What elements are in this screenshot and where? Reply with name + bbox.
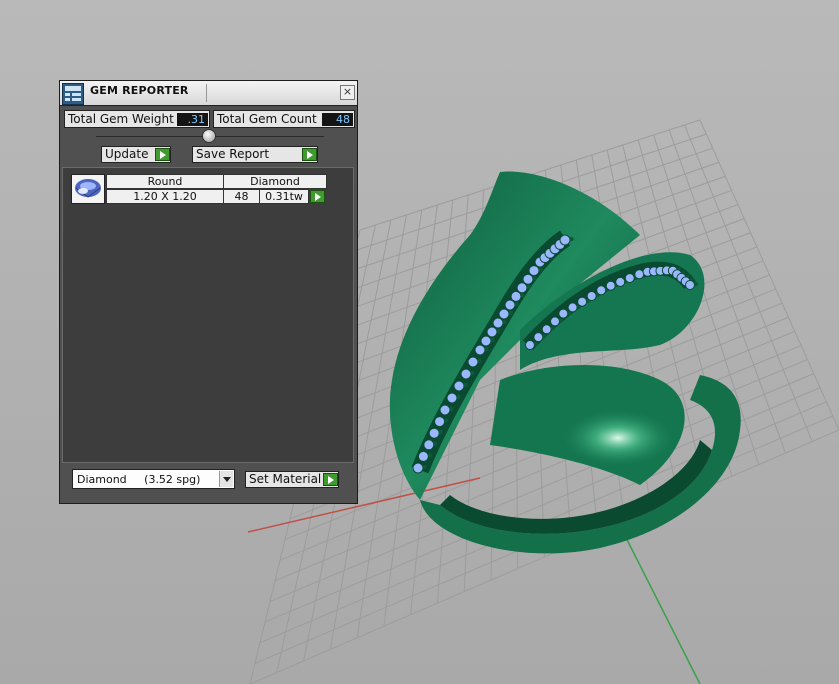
gem-stone bbox=[558, 308, 569, 319]
material-select-value: Diamond (3.52 spg) bbox=[77, 473, 201, 486]
gem-stone bbox=[559, 234, 571, 246]
gem-stone bbox=[412, 462, 424, 474]
prong-bead bbox=[538, 267, 543, 272]
gem-stone bbox=[685, 280, 695, 290]
gem-stone bbox=[486, 326, 498, 338]
gem-stone bbox=[492, 317, 504, 329]
gem-stone bbox=[624, 273, 635, 284]
gem-stone bbox=[439, 404, 451, 416]
prong-bead bbox=[502, 319, 507, 325]
total-gem-weight-label: Total Gem Weight bbox=[68, 112, 174, 126]
gem-stone bbox=[528, 265, 540, 277]
prong-bead bbox=[532, 276, 537, 281]
chevron-down-icon bbox=[219, 471, 233, 487]
gem-stone bbox=[634, 269, 645, 280]
prong-bead bbox=[550, 326, 555, 331]
gem-stone bbox=[516, 282, 528, 294]
prong-bead bbox=[514, 301, 519, 307]
prong-bead bbox=[470, 370, 475, 376]
prong-bead bbox=[496, 328, 501, 334]
gem-stone bbox=[596, 285, 607, 296]
gem-stone bbox=[525, 340, 535, 350]
update-button[interactable]: Update bbox=[101, 146, 171, 163]
gem-stone bbox=[423, 439, 435, 451]
total-gem-count-label: Total Gem Count bbox=[217, 112, 317, 126]
title-bar[interactable]: GEM REPORTER × bbox=[60, 81, 357, 106]
prong-bead bbox=[542, 333, 547, 339]
gem-stone bbox=[434, 416, 446, 428]
total-gem-count: Total Gem Count 48 bbox=[213, 110, 355, 128]
panel-title: GEM REPORTER bbox=[90, 84, 189, 97]
set-material-button[interactable]: Set Material bbox=[245, 471, 339, 488]
gem-stone bbox=[474, 344, 486, 356]
prong-bead bbox=[520, 293, 525, 298]
gem-size: 1.20 X 1.20 bbox=[106, 189, 224, 204]
set-material-button-label: Set Material bbox=[249, 472, 322, 486]
gem-reporter-panel: GEM REPORTER × Total Gem Weight .31 Tota… bbox=[59, 80, 358, 504]
update-button-label: Update bbox=[105, 147, 149, 161]
total-gem-weight: Total Gem Weight .31 bbox=[64, 110, 210, 128]
prong-bead bbox=[477, 358, 482, 364]
play-arrow-icon bbox=[302, 148, 317, 161]
gem-stone bbox=[428, 427, 440, 439]
gem-stone bbox=[615, 276, 626, 287]
prong-bead bbox=[569, 236, 574, 242]
ring-highlight bbox=[563, 410, 673, 466]
gem-stone bbox=[567, 302, 578, 313]
gem-stone bbox=[533, 332, 544, 343]
prong-bead bbox=[533, 341, 539, 347]
gem-stone bbox=[498, 308, 510, 320]
prong-bead bbox=[508, 310, 513, 316]
gem-stone bbox=[417, 450, 429, 462]
save-report-button[interactable]: Save Report bbox=[192, 146, 318, 163]
gem-stone bbox=[586, 291, 597, 301]
gem-stone bbox=[504, 299, 516, 311]
prong-bead bbox=[456, 394, 461, 400]
total-gem-count-value: 48 bbox=[322, 113, 353, 126]
gem-shape: Round bbox=[106, 174, 224, 189]
prong-bead bbox=[427, 453, 433, 458]
gem-stone bbox=[510, 290, 522, 302]
prong-bead bbox=[558, 318, 564, 323]
prong-bead bbox=[526, 284, 531, 289]
total-gem-weight-value: .31 bbox=[177, 113, 208, 126]
slider-thumb[interactable] bbox=[202, 129, 216, 143]
prong-bead bbox=[433, 441, 438, 446]
gem-count: 48 bbox=[223, 189, 260, 204]
prong-bead bbox=[422, 464, 427, 470]
gem-stone bbox=[480, 335, 492, 347]
close-button[interactable]: × bbox=[340, 85, 355, 100]
gem-type: Diamond bbox=[223, 174, 327, 189]
save-report-button-label: Save Report bbox=[196, 147, 270, 161]
material-select[interactable]: Diamond (3.52 spg) bbox=[72, 469, 235, 489]
play-arrow-icon bbox=[323, 473, 338, 486]
gem-stone bbox=[453, 380, 465, 392]
prong-bead bbox=[693, 281, 699, 287]
title-divider bbox=[206, 84, 207, 102]
play-arrow-icon bbox=[155, 148, 170, 161]
prong-bead bbox=[443, 418, 449, 423]
gem-stone bbox=[467, 356, 479, 368]
gem-weight: 0.31tw bbox=[259, 189, 309, 204]
prong-bead bbox=[438, 430, 443, 435]
gem-stone bbox=[522, 273, 534, 285]
gem-list: Round Diamond 1.20 X 1.20 48 0.31tw bbox=[62, 167, 354, 463]
gem-reporter-icon bbox=[62, 83, 84, 105]
gem-stone bbox=[605, 280, 616, 291]
gem-stone bbox=[446, 392, 458, 404]
round-gem-icon bbox=[71, 174, 105, 204]
prong-bead bbox=[463, 382, 468, 388]
prong-bead bbox=[449, 406, 454, 412]
gem-row-arrow-icon[interactable] bbox=[310, 190, 325, 203]
gem-stone bbox=[460, 368, 472, 380]
prong-bead bbox=[490, 337, 495, 343]
prong-bead bbox=[484, 346, 489, 352]
gem-stone bbox=[577, 296, 588, 307]
gem-stone bbox=[550, 316, 560, 327]
gem-stone bbox=[541, 324, 552, 335]
